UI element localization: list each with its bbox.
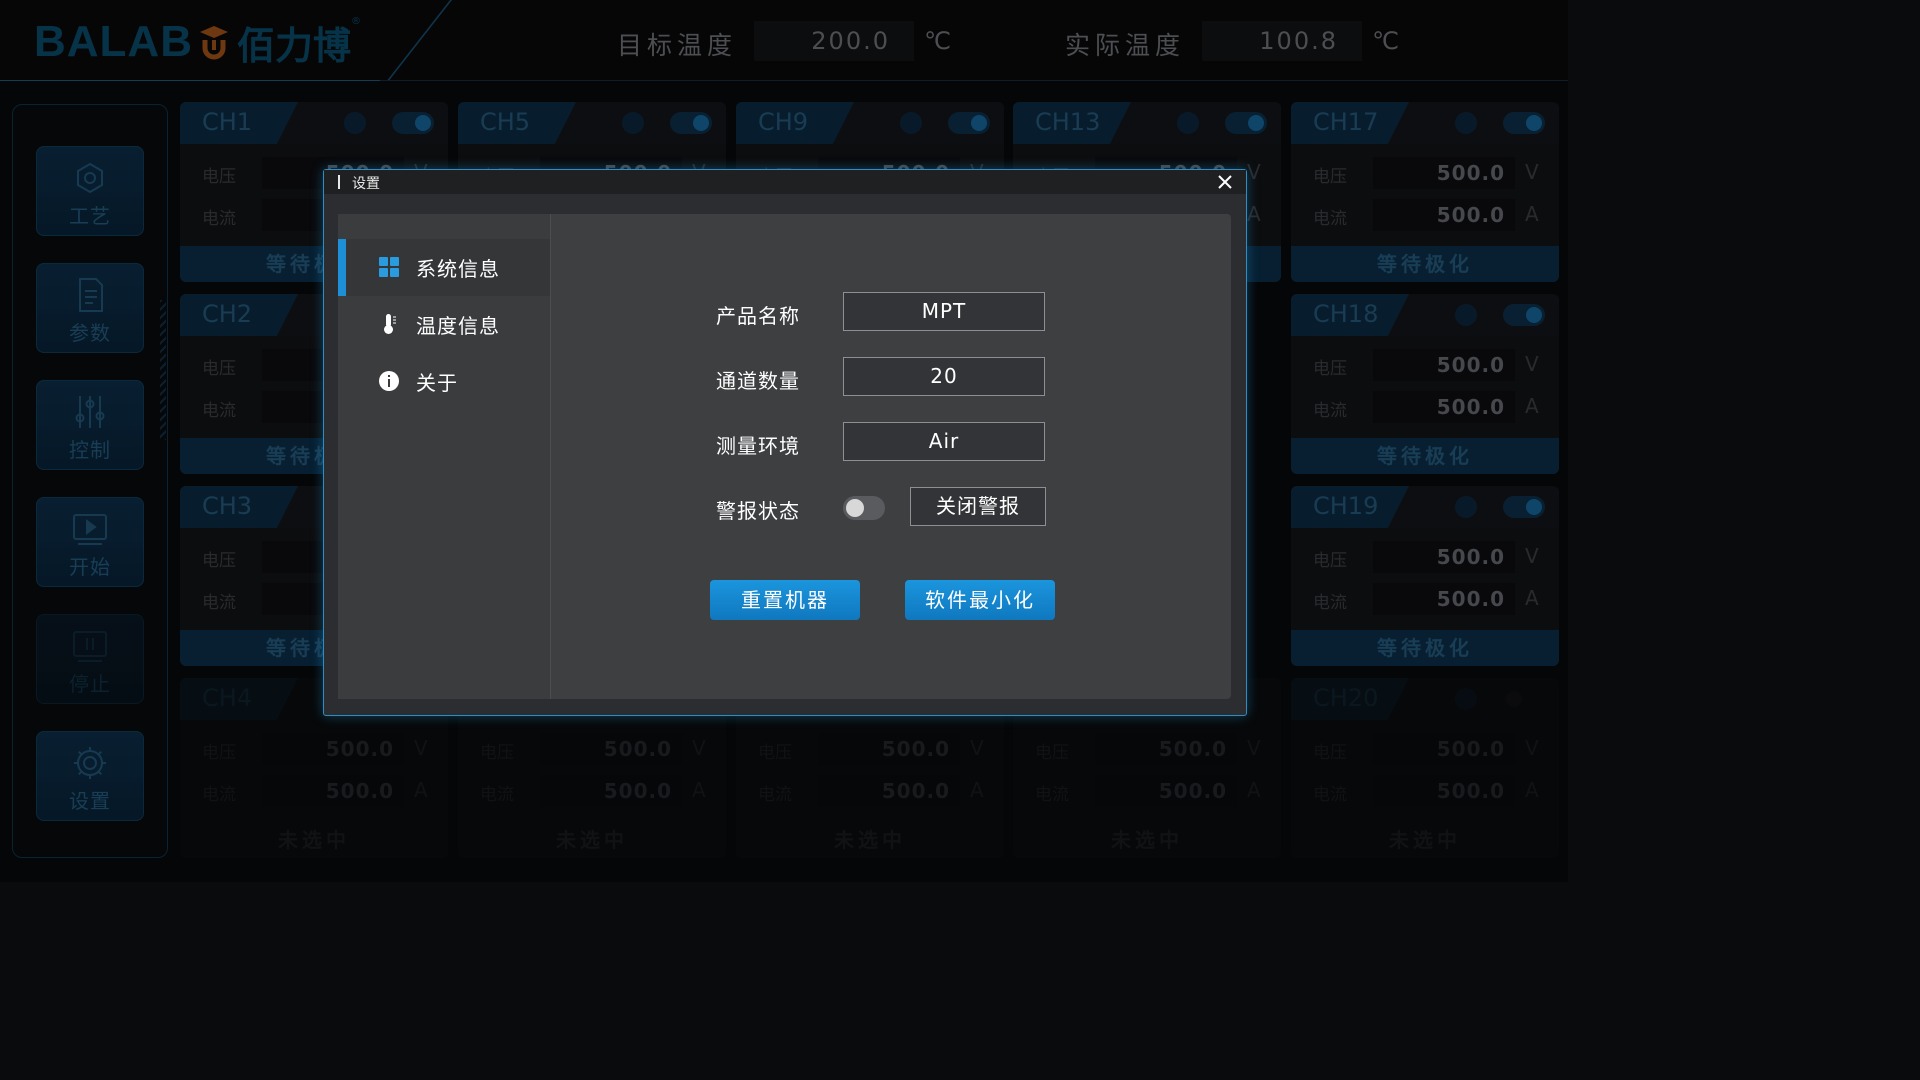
settings-dialog: 设置 系统信息 温度信息 关于 产品名称 MPT 通道数量 20 测量环境 Ai… xyxy=(323,169,1247,716)
settings-menu: 系统信息 温度信息 关于 xyxy=(338,214,551,699)
alarm-status-label: 警报状态 xyxy=(716,499,800,523)
dialog-title-bar: 设置 xyxy=(324,170,1246,194)
reset-machine-button[interactable]: 重置机器 xyxy=(710,580,860,620)
environment-field[interactable]: Air xyxy=(843,422,1045,461)
close-alarm-button[interactable]: 关闭警报 xyxy=(910,487,1046,526)
close-icon[interactable] xyxy=(1216,173,1234,191)
dialog-title: 设置 xyxy=(352,176,380,192)
grid-icon xyxy=(379,257,399,277)
alarm-toggle[interactable] xyxy=(843,496,885,520)
dialog-body: 系统信息 温度信息 关于 产品名称 MPT 通道数量 20 测量环境 Air 警… xyxy=(338,214,1231,699)
menu-label: 温度信息 xyxy=(416,314,500,338)
info-icon xyxy=(379,371,399,391)
menu-item-system-info[interactable]: 系统信息 xyxy=(338,239,550,296)
menu-item-temperature-info[interactable]: 温度信息 xyxy=(338,296,550,353)
menu-label: 关于 xyxy=(416,371,458,395)
product-name-label: 产品名称 xyxy=(716,304,800,328)
channel-count-field[interactable]: 20 xyxy=(843,357,1045,396)
thermometer-icon xyxy=(384,314,396,334)
channel-count-label: 通道数量 xyxy=(716,369,800,393)
environment-label: 测量环境 xyxy=(716,434,800,458)
product-name-field[interactable]: MPT xyxy=(843,292,1045,331)
title-marker xyxy=(338,175,340,189)
menu-item-about[interactable]: 关于 xyxy=(338,353,550,410)
menu-label: 系统信息 xyxy=(416,257,500,281)
minimize-software-button[interactable]: 软件最小化 xyxy=(905,580,1055,620)
